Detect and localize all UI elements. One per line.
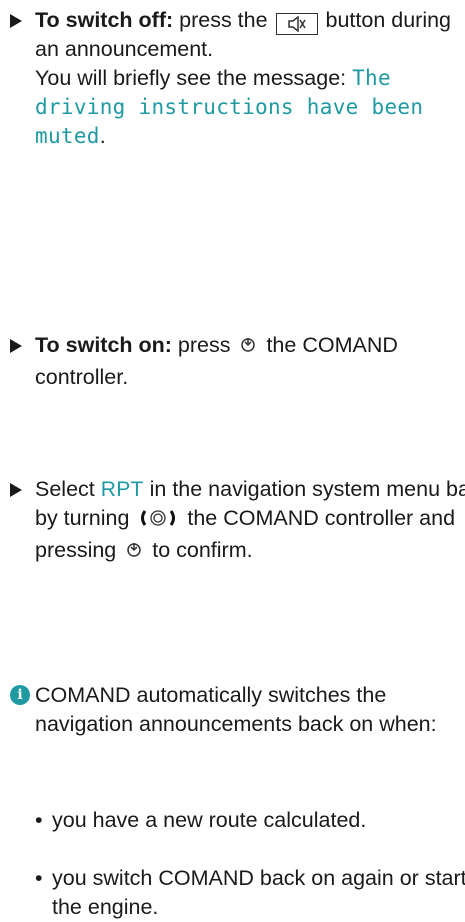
turn-controller-icon [137,507,179,536]
bullet-icon: • [35,808,43,832]
bullet-text: you switch COMAND back on again or start… [52,866,465,919]
bullet-text: you have a new route calculated. [52,808,367,832]
manual-page: To switch off: press the button during a… [0,0,465,919]
step-switch-off: To switch off: press the button during a… [10,6,465,151]
info-note: i COMAND automatically switches the navi… [10,681,465,739]
list-item: • you have a new route calculated. [10,806,465,835]
info-icon: i [10,685,30,705]
step-select-rpt: Select RPT in the navigation system menu… [10,475,465,568]
menu-item-rpt: RPT [100,478,144,501]
bullet-icon: • [35,866,43,890]
step-text: . [99,124,106,148]
step-arrow-icon [10,339,22,353]
list-item: • you switch COMAND back on again or sta… [10,864,465,922]
step-switch-on: To switch on: press the COMAND controlle… [10,331,465,392]
step-text: Select [35,477,101,501]
step-arrow-icon [10,483,22,497]
press-controller-icon [124,539,144,568]
step-heading: To switch off: [35,8,174,32]
step-arrow-icon [10,14,22,28]
step-heading: To switch on: [35,333,172,357]
mute-speaker-icon [275,13,318,35]
step-text: press the [173,8,274,32]
step-text: press [171,333,237,357]
step-text: to confirm. [146,538,253,562]
step-text: You will briefly see the message: [35,66,353,90]
info-text: COMAND automatically switches the naviga… [35,683,437,736]
press-controller-icon [238,334,258,363]
